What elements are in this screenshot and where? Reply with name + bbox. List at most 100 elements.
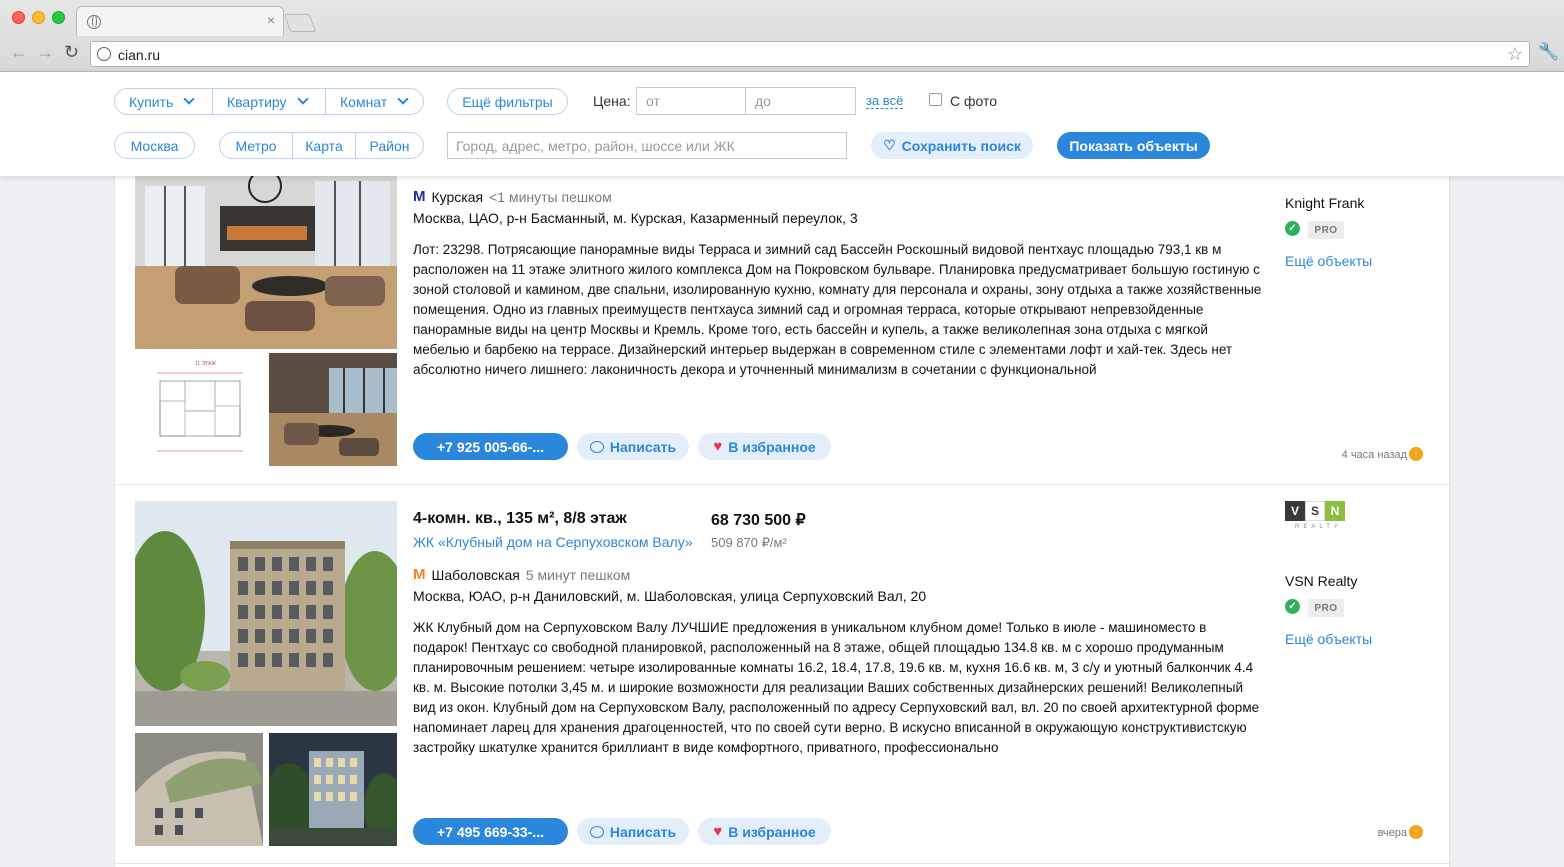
listing-thumb-photo[interactable] [135,733,263,846]
listing-title[interactable]: 4-комн. кв., 135 м², 8/8 этаж [413,510,627,528]
city-selector[interactable]: Москва [114,132,195,159]
listing-address: Москва, ЦАО, р-н Басманный, м. Курская, … [413,210,858,226]
bookmark-star-icon[interactable]: ☆ [1507,44,1523,65]
show-objects-button[interactable]: Показать объекты [1057,132,1210,159]
logo-letter: S [1305,501,1325,521]
forward-arrow-icon[interactable]: → [36,42,54,62]
reload-icon[interactable]: ↻ [64,42,79,62]
metro-station: M Шаболовская 5 минут пешком [413,566,630,583]
tab-map[interactable]: Карта [292,133,355,158]
chevron-down-icon [397,93,409,105]
tab-metro[interactable]: Метро [220,133,292,158]
listing-address: Москва, ЮАО, р-н Даниловский, м. Шаболов… [413,588,927,604]
published-time: 4 часа назад [1341,449,1407,461]
minimize-window-button[interactable] [32,11,45,24]
metro-walk-time: 5 минут пешком [525,566,631,583]
with-photo-label[interactable]: С фото [950,93,997,109]
deal-type-dropdown[interactable]: Купить [115,89,212,114]
with-photo-checkbox[interactable] [929,93,942,106]
rooms-dropdown[interactable]: Комнат [325,89,423,114]
listing-description: Лот: 23298. Потрясающие панорамные виды … [413,242,1262,377]
chat-icon [589,440,604,453]
listing-description: ЖК Клубный дом на Серпуховском Валу ЛУЧШ… [413,620,1260,755]
listing-card[interactable]: 11 ЭТАЖ M Курская <1 минуты пешком Москв… [115,156,1451,485]
metro-name: Курская [431,188,484,205]
show-phone-button[interactable]: +7 925 005-66-... [413,433,568,460]
listing-thumb-photo[interactable] [269,353,397,466]
add-to-favorites-button[interactable]: ♥ В избранное [698,433,831,460]
save-search-label: Сохранить поиск [901,137,1021,154]
metro-station: M Курская <1 минуты пешком [413,188,612,205]
globe-icon [87,15,101,29]
browser-chrome: × ← → ↻ cian.ru ☆ 🔧 [0,0,1564,72]
boost-up-icon[interactable]: ↑ [1409,825,1423,839]
complex-link[interactable]: ЖК «Клубный дом на Серпуховском Валу» [413,534,693,550]
metro-name: Шаболовская [431,566,520,583]
save-search-button[interactable]: ♡ Сохранить поиск [871,132,1033,159]
show-phone-button[interactable]: +7 495 669-33-... [413,818,568,845]
boost-up-icon[interactable]: ↑ [1409,447,1423,461]
agency-name[interactable]: Knight Frank [1285,195,1364,211]
more-filters-button[interactable]: Ещё фильтры [447,88,568,115]
chevron-down-icon [296,93,309,105]
new-tab-button[interactable] [283,14,317,32]
logo-letter: V [1285,501,1305,521]
floorplan-caption: 11 ЭТАЖ [195,361,217,367]
add-to-favorites-button[interactable]: ♥ В избранное [698,818,831,845]
write-message-button[interactable]: Написать [577,433,689,460]
listing-floorplan-photo[interactable]: 11 ЭТАЖ [135,353,262,466]
logo-letter: N [1325,501,1345,521]
agency-logo[interactable]: V S N REALTY [1285,501,1345,541]
tab-district[interactable]: Район [355,133,423,158]
published-time: вчера [1377,827,1407,839]
metro-icon: M [413,188,426,205]
back-arrow-icon[interactable]: ← [10,42,28,62]
more-objects-link[interactable]: Ещё объекты [1285,631,1372,647]
rooms-label: Комнат [340,93,388,110]
metro-icon: M [413,566,426,583]
verified-check-icon: ✓ [1285,221,1300,236]
close-window-button[interactable] [12,11,25,24]
write-label: Написать [609,438,677,455]
listing-main-photo[interactable] [135,156,397,349]
tab-close-icon[interactable]: × [267,13,275,27]
browser-tab[interactable]: × [76,6,284,36]
write-message-button[interactable]: Написать [577,818,689,845]
property-type-label: Квартиру [227,93,287,110]
write-label: Написать [609,823,677,840]
pro-badge: PRO [1308,599,1344,617]
heart-plus-icon: ♡ [883,137,896,153]
listings-list: 11 ЭТАЖ M Курская <1 минуты пешком Москв… [114,156,1451,867]
maximize-window-button[interactable] [52,11,65,24]
url-text[interactable]: cian.ru [118,47,160,63]
pro-badge: PRO [1308,221,1344,239]
listing-price: 68 730 500 ₽ [711,512,806,529]
verified-check-icon: ✓ [1285,599,1300,614]
address-bar[interactable]: cian.ru ☆ [90,41,1530,67]
listing-thumb-photo[interactable] [269,733,397,846]
agency-name[interactable]: VSN Realty [1285,573,1357,589]
site-info-icon[interactable] [97,47,111,61]
logo-subtitle: REALTY [1295,524,1342,530]
deal-type-group: Купить Квартиру Комнат [114,88,424,115]
metro-walk-time: <1 минуты пешком [489,188,612,205]
heart-icon: ♥ [713,823,723,840]
property-type-dropdown[interactable]: Квартиру [212,89,325,114]
price-range [636,87,856,115]
price-scope-toggle[interactable]: за всё [866,94,904,109]
listing-card[interactable]: 4-комн. кв., 135 м², 8/8 этаж ЖК «Клубны… [115,486,1451,864]
listing-main-photo[interactable] [135,501,397,726]
price-from-input[interactable] [637,88,746,114]
heart-icon: ♥ [713,438,723,455]
favorite-label: В избранное [728,823,816,840]
search-filter-bar: Купить Квартиру Комнат Ещё фильтры Цена:… [0,72,1564,176]
geo-tabs: Метро Карта Район [219,132,424,159]
price-to-input[interactable] [746,88,855,114]
location-search-input[interactable] [447,132,847,159]
chat-icon [589,825,604,838]
more-objects-link[interactable]: Ещё объекты [1285,253,1372,269]
chevron-down-icon [183,93,195,105]
favorite-label: В избранное [728,438,816,455]
wrench-menu-icon[interactable]: 🔧 [1538,42,1559,62]
price-label: Цена: [593,93,631,109]
